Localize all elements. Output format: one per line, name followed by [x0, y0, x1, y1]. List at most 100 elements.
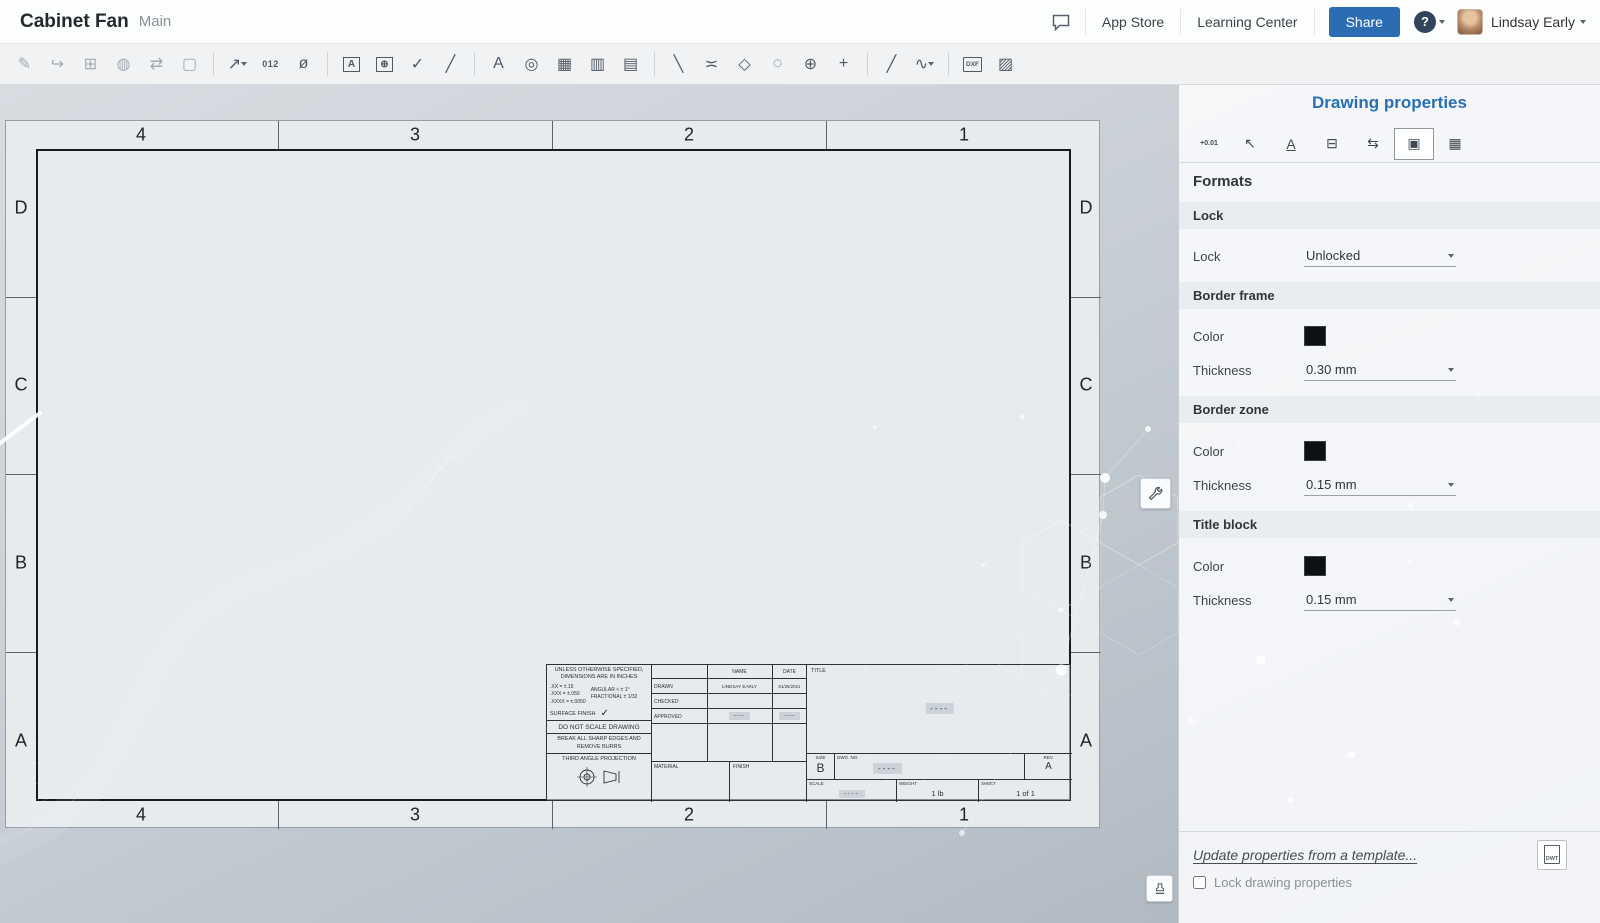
zone-divider	[1071, 652, 1101, 653]
border-frame-thickness-value: 0.30 mm	[1306, 362, 1357, 377]
weight-label: WEIGHT	[899, 781, 917, 786]
lock-drawing-properties-checkbox[interactable]	[1193, 876, 1206, 889]
surface-finish-icon[interactable]: ✓	[401, 49, 434, 80]
precision-style-tab[interactable]: +0.01	[1189, 128, 1229, 160]
dwg-no-value: ----	[873, 763, 902, 774]
text-icon[interactable]: A	[482, 49, 515, 80]
stamp-tool-button[interactable]	[1146, 875, 1173, 902]
chat-button[interactable]	[1037, 12, 1085, 32]
dxf-dwg-export-icon[interactable]: DXF	[956, 49, 989, 80]
construction-line-icon[interactable]: +	[827, 49, 860, 80]
toolbar-divider	[213, 52, 214, 76]
dwt-template-button[interactable]: DWT	[1537, 840, 1567, 870]
help-icon: ?	[1414, 11, 1436, 33]
title-block-thickness-row: Thickness 0.15 mm	[1179, 587, 1600, 613]
spline-icon[interactable]: ∿	[908, 49, 941, 80]
zone-divider	[6, 297, 36, 298]
border-frame-color-swatch[interactable]	[1304, 326, 1326, 346]
sketch-icon[interactable]: ✎	[8, 49, 41, 80]
dwt-file-icon: DWT	[1544, 845, 1560, 864]
surface-finish-symbol: ✓	[601, 708, 609, 719]
border-zone-color-row: Color	[1179, 438, 1600, 464]
border-frame-thickness-dropdown[interactable]: 0.30 mm	[1304, 359, 1456, 381]
detail-view-icon[interactable]: ◎	[515, 49, 548, 80]
drawn-label: DRAWN	[652, 684, 673, 690]
zone-divider	[552, 121, 553, 149]
zone-column-label: 3	[410, 125, 420, 146]
geometric-tolerance-icon[interactable]: ⊕	[368, 49, 401, 80]
dimension-icon[interactable]: ↗	[221, 49, 254, 80]
center-mark-icon[interactable]: ≍	[695, 49, 728, 80]
update-from-template-link[interactable]: Update properties from a template...	[1193, 847, 1417, 863]
zone-row-label: A	[1080, 731, 1092, 752]
border-format-tab[interactable]: ▣	[1394, 128, 1434, 160]
border-zone-thickness-dropdown[interactable]: 0.15 mm	[1304, 474, 1456, 496]
drawn-date: 01/25/2021	[772, 684, 807, 689]
toolbar-divider	[948, 52, 949, 76]
learning-center-button[interactable]: Learning Center	[1181, 0, 1313, 43]
size-value: B	[807, 761, 834, 775]
rollback-icon[interactable]: ↪	[41, 49, 74, 80]
sheet-value: 1 of 1	[979, 789, 1072, 798]
hexagon-icon[interactable]: ◇	[728, 49, 761, 80]
chevron-down-icon	[1448, 598, 1454, 602]
color-label: Color	[1193, 329, 1304, 344]
weight-value: 1 lb	[897, 789, 978, 798]
wrench-tool-button[interactable]	[1140, 478, 1171, 509]
leader-style-tab[interactable]: ↖	[1230, 128, 1270, 160]
diameter-dimension-icon[interactable]: ø	[287, 49, 320, 80]
tolerance-angular: ANGULAR < ± 1°	[591, 687, 638, 695]
insert-image-icon[interactable]: ▨	[989, 49, 1022, 80]
lock-label: Lock	[1193, 249, 1304, 264]
border-zone-color-swatch[interactable]	[1304, 441, 1326, 461]
chevron-down-icon	[1448, 254, 1454, 258]
zone-divider	[1071, 474, 1101, 475]
note-icon[interactable]: A	[335, 49, 368, 80]
text-style-tab[interactable]: A	[1271, 128, 1311, 160]
projection-label: THIRD ANGLE PROJECTION	[547, 753, 651, 763]
globe-icon[interactable]: ◍	[107, 49, 140, 80]
app-store-button[interactable]: App Store	[1086, 0, 1180, 43]
user-menu-button[interactable]: Lindsay Early	[1491, 14, 1586, 30]
chat-bubble-icon	[1051, 12, 1071, 32]
ordinate-dimension-icon[interactable]: 012	[254, 49, 287, 80]
title-block-color-swatch[interactable]	[1304, 556, 1326, 576]
workspace-name[interactable]: Main	[139, 13, 172, 30]
color-label: Color	[1193, 559, 1304, 574]
lock-section-header: Lock	[1179, 202, 1600, 229]
lock-dropdown[interactable]: Unlocked	[1304, 245, 1456, 267]
help-menu-button[interactable]: ?	[1414, 11, 1445, 33]
name-header: NAME	[707, 669, 772, 675]
zone-column-label: 1	[959, 805, 969, 826]
thickness-label: Thickness	[1193, 363, 1304, 378]
toolbar-divider	[654, 52, 655, 76]
third-angle-projection-symbol	[576, 765, 622, 789]
property-style-tabs: +0.01 ↖ A ⊟ ⇆ ▣ ▦	[1179, 125, 1600, 163]
circle-icon[interactable]: ◌	[761, 49, 794, 80]
table-icon[interactable]: ▦	[548, 49, 581, 80]
update-template-row: Update properties from a template... DWT	[1179, 831, 1600, 877]
title-block-thickness-dropdown[interactable]: 0.15 mm	[1304, 589, 1456, 611]
bom-table-icon[interactable]: ▥	[581, 49, 614, 80]
hole-table-icon[interactable]: ▤	[614, 49, 647, 80]
line-icon[interactable]: ╱	[875, 49, 908, 80]
save-icon[interactable]: ⊞	[74, 49, 107, 80]
zone-row-label: B	[1080, 553, 1092, 574]
weld-symbol-icon[interactable]: ╱	[434, 49, 467, 80]
chevron-down-icon	[241, 62, 247, 66]
avatar[interactable]	[1457, 9, 1483, 35]
table-style-tab[interactable]: ▦	[1435, 128, 1475, 160]
tolerance-fractional: FRACTIONAL ± 1/32	[591, 694, 638, 702]
crop-icon[interactable]: ▢	[173, 49, 206, 80]
view-style-tab[interactable]: ⊟	[1312, 128, 1352, 160]
title-value: ----	[925, 703, 954, 714]
centerline-icon[interactable]: ╲	[662, 49, 695, 80]
share-button[interactable]: Share	[1329, 7, 1400, 37]
zone-row-label: D	[15, 198, 28, 219]
title-label: TITLE	[811, 668, 826, 674]
title-block-section-header: Title block	[1179, 511, 1600, 538]
break-edges-line1: BREAK ALL SHARP EDGES AND	[547, 736, 651, 743]
swap-icon[interactable]: ⇄	[140, 49, 173, 80]
dimension-style-tab[interactable]: ⇆	[1353, 128, 1393, 160]
center-point-circle-icon[interactable]: ⊕	[794, 49, 827, 80]
